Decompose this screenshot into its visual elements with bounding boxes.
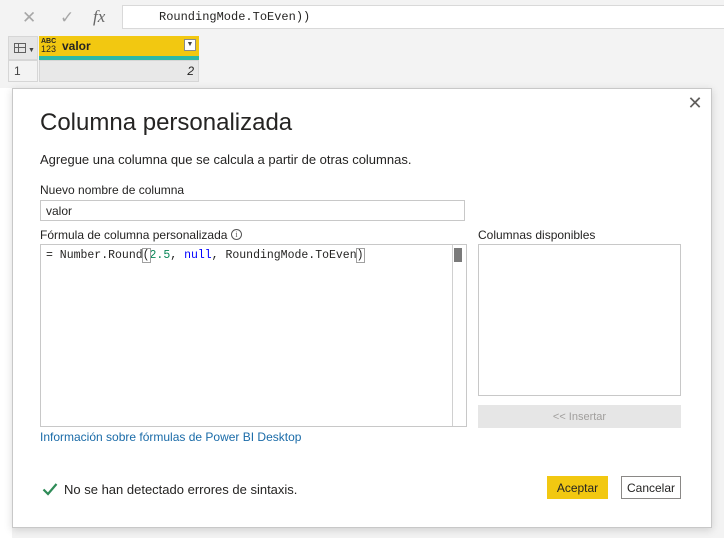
table-icon (14, 43, 26, 53)
table-menu-button[interactable]: ▼ (8, 36, 38, 60)
available-columns-list[interactable] (478, 244, 681, 396)
filter-dropdown-icon[interactable]: ▼ (184, 39, 196, 51)
insert-button[interactable]: << Insertar (478, 405, 681, 428)
column-header-valor[interactable]: ABC 123 valor ▼ (39, 36, 199, 56)
close-dialog-icon[interactable]: ✕ (686, 94, 704, 112)
formula-editor[interactable]: = Number.Round(2.5, null, RoundingMode.T… (40, 244, 467, 427)
type-icon-bottom: 123 (41, 44, 57, 54)
info-icon[interactable]: i (231, 229, 242, 240)
formula-help-link[interactable]: Información sobre fórmulas de Power BI D… (40, 430, 301, 444)
formula-open-paren: ( (141, 248, 151, 263)
caret-down-icon: ▼ (28, 47, 35, 54)
formula-arg-number: 2.5 (149, 249, 171, 262)
ok-button[interactable]: Aceptar (547, 476, 608, 499)
scrollbar-thumb[interactable] (454, 248, 462, 262)
formula-code: = Number.Round(2.5, null, RoundingMode.T… (46, 248, 365, 263)
cancel-button[interactable]: Cancelar (621, 476, 681, 499)
formula-bar: ✕ ✓ fx RoundingMode.ToEven)) (0, 0, 724, 36)
dialog-title: Columna personalizada (40, 109, 293, 136)
column-name-input[interactable] (40, 200, 465, 221)
formula-close-paren: ) (355, 248, 365, 263)
formula-input[interactable]: RoundingMode.ToEven)) (122, 5, 724, 29)
formula-label: Fórmula de columna personalizada (40, 228, 228, 242)
check-icon[interactable]: ✓ (60, 8, 74, 28)
formula-rounding-mode: , RoundingMode.ToEven (211, 249, 357, 262)
syntax-status: No se han detectado errores de sintaxis. (64, 482, 298, 497)
formula-prefix: = Number.Round (46, 249, 143, 262)
check-icon (42, 483, 58, 496)
background-strip (0, 88, 12, 538)
row-number: 1 (8, 60, 38, 82)
editor-scrollbar[interactable] (452, 245, 466, 426)
dialog-description: Agregue una columna que se calcula a par… (40, 152, 412, 167)
column-name: valor (62, 39, 91, 53)
fx-icon: fx (93, 7, 106, 26)
available-columns-label: Columnas disponibles (478, 228, 596, 242)
formula-separator: , (170, 249, 185, 262)
formula-arg-null: null (184, 249, 212, 262)
column-name-label: Nuevo nombre de columna (40, 183, 185, 197)
table-cell[interactable]: 2 (39, 60, 199, 82)
custom-column-dialog: ✕ Columna personalizada Agregue una colu… (12, 88, 712, 528)
close-icon[interactable]: ✕ (22, 8, 36, 28)
